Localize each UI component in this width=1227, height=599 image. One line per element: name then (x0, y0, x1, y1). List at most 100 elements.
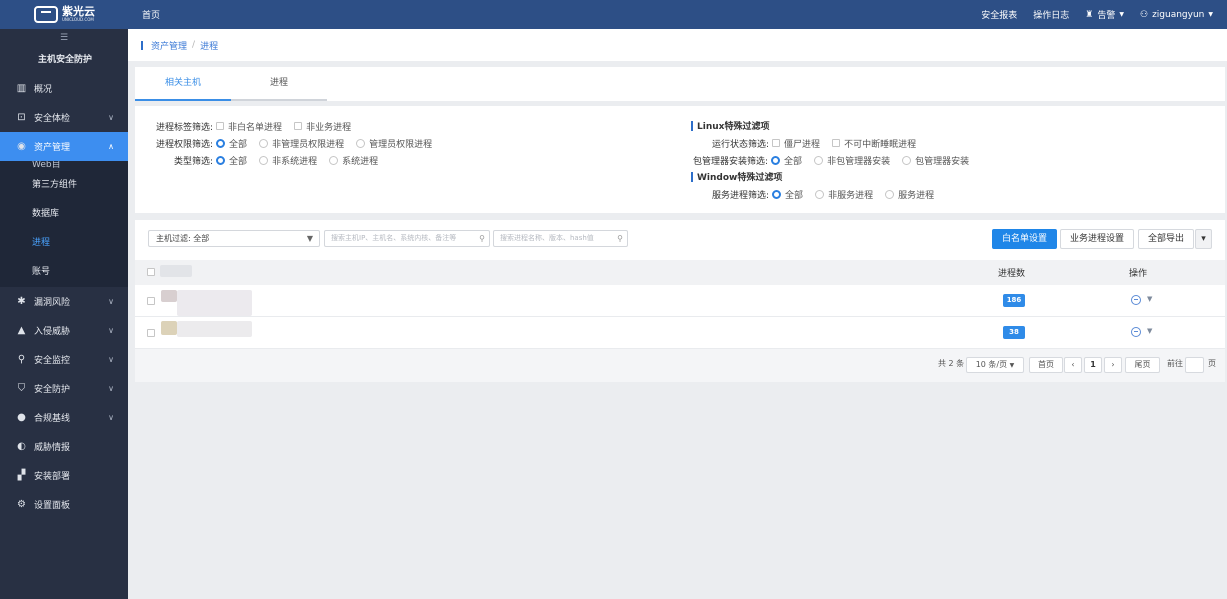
non-whitelist-checkbox[interactable]: 非白名单进程 (216, 120, 282, 133)
pkg-all-radio[interactable]: 全部 (771, 154, 802, 167)
process-count-badge[interactable]: 186 (1003, 294, 1025, 307)
option-label: 非管理员权限进程 (272, 139, 345, 150)
chevron-down-icon: ∨ (108, 113, 114, 122)
sidebar-subitem-database[interactable]: 数据库 (0, 200, 128, 229)
caret-down-icon[interactable]: ▼ (1147, 327, 1152, 335)
page-number-button[interactable]: 1 (1084, 357, 1102, 373)
radio-dot (356, 138, 366, 148)
last-page-button[interactable]: 尾页 (1125, 357, 1160, 373)
sidebar-subitem-account[interactable]: 账号 (0, 258, 128, 287)
filter-label: 服务进程筛选: (712, 190, 770, 201)
more-actions-icon[interactable] (1131, 327, 1141, 337)
zombie-checkbox[interactable]: 僵尸进程 (772, 137, 820, 150)
column-process-count: 进程数 (998, 269, 1026, 279)
sidebar-item-overview[interactable]: ▥ 概况 (0, 74, 128, 103)
sidebar-item-vulnerability[interactable]: ✱ 漏洞风险 ∨ (0, 287, 128, 316)
brand-logo[interactable]: 紫光云 UNICLOUD.COM (0, 0, 128, 29)
type-non-system-radio[interactable]: 非系统进程 (259, 154, 317, 167)
row-checkbox[interactable] (147, 297, 155, 305)
username: ziguangyun (1152, 9, 1205, 20)
option-label: 管理员权限进程 (369, 139, 433, 150)
sidebar-item-compliance[interactable]: ● 合规基线 ∨ (0, 403, 128, 432)
sidebar-item-label: 资产管理 (34, 143, 71, 153)
option-label: 非包管理器安装 (827, 156, 891, 167)
process-count-badge[interactable]: 38 (1003, 326, 1025, 339)
type-system-radio[interactable]: 系统进程 (329, 154, 378, 167)
sidebar-item-monitoring[interactable]: ⚲ 安全监控 ∨ (0, 345, 128, 374)
export-dropdown-icon[interactable]: ▾ (1195, 229, 1212, 249)
blurred-host-info (177, 321, 252, 337)
process-search-placeholder: 搜索进程名称、版本、hash值 (500, 234, 594, 242)
sidebar-subitem-web[interactable]: Web目 (0, 161, 128, 171)
select-all-checkbox[interactable] (147, 268, 155, 276)
alarm-menu[interactable]: ♜ 告警 ▼ (1085, 8, 1124, 22)
type-all-radio[interactable]: 全部 (216, 154, 247, 167)
pkg-yes-radio[interactable]: 包管理器安装 (902, 154, 969, 167)
breadcrumb: 资产管理 / 进程 (128, 29, 1227, 61)
next-page-button[interactable]: › (1104, 357, 1122, 373)
business-process-settings-button[interactable]: 业务进程设置 (1060, 229, 1134, 249)
goto-page-input[interactable] (1185, 357, 1204, 373)
tab-related-hosts[interactable]: 相关主机 (135, 67, 231, 101)
tab-process[interactable]: 进程 (231, 67, 327, 101)
process-search-input[interactable]: 搜索进程名称、版本、hash值 ⚲ (493, 230, 628, 247)
export-all-button[interactable]: 全部导出 (1138, 229, 1194, 249)
sidebar-subitem-process[interactable]: 进程 (0, 229, 128, 258)
option-label: 不可中断睡眠进程 (844, 139, 917, 150)
security-report-link[interactable]: 安全报表 (981, 8, 1017, 21)
total-count: 共 2 条 (938, 359, 965, 368)
perm-non-admin-radio[interactable]: 非管理员权限进程 (259, 137, 344, 150)
first-page-button[interactable]: 首页 (1029, 357, 1063, 373)
option-label: 全部 (785, 190, 804, 201)
run-state-filter-row: 运行状态筛选: 僵尸进程 不可中断睡眠进程 (712, 136, 928, 150)
perm-filter-row: 进程权限筛选: 全部 非管理员权限进程 管理员权限进程 (156, 136, 444, 150)
operation-log-link[interactable]: 操作日志 (1033, 8, 1069, 21)
row-checkbox[interactable] (147, 329, 155, 337)
sidebar-item-threat-intel[interactable]: ◐ 威胁情报 (0, 432, 128, 461)
sidebar-item-protection[interactable]: ⛉ 安全防护 ∨ (0, 374, 128, 403)
sidebar-title: 主机安全防护 (38, 55, 93, 65)
sidebar-subitem-third-party[interactable]: 第三方组件 (0, 171, 128, 200)
sidebar-collapse-icon[interactable]: ☰ (0, 29, 128, 47)
nav-home-link[interactable]: 首页 (142, 8, 160, 21)
host-filter-select[interactable]: 主机过滤: 全部 ▼ (148, 230, 320, 247)
breadcrumb-parent[interactable]: 资产管理 (151, 39, 187, 52)
uninterruptible-checkbox[interactable]: 不可中断睡眠进程 (832, 137, 916, 150)
chevron-down-icon: ∨ (108, 384, 114, 393)
perm-all-radio[interactable]: 全部 (216, 137, 247, 150)
sidebar-item-asset-management[interactable]: ◉ 资产管理 ∧ (0, 132, 128, 161)
option-label: 非白名单进程 (228, 122, 283, 133)
table-row[interactable]: 38 ▼ (135, 317, 1225, 349)
whitelist-settings-button[interactable]: 白名单设置 (992, 229, 1057, 249)
more-actions-icon[interactable] (1131, 295, 1141, 305)
non-business-checkbox[interactable]: 非业务进程 (294, 120, 351, 133)
caret-down-icon: ▼ (1208, 11, 1213, 18)
table-row[interactable]: 186 ▼ (135, 285, 1225, 317)
caret-down-icon[interactable]: ▼ (1147, 295, 1152, 303)
service-non-radio[interactable]: 非服务进程 (815, 188, 873, 201)
service-all-radio[interactable]: 全部 (772, 188, 803, 201)
sidebar-item-settings[interactable]: ⚙ 设置面板 (0, 490, 128, 519)
funnel-icon: ▼ (306, 234, 313, 243)
pkg-filter-row: 包管理器安装筛选: 全部 非包管理器安装 包管理器安装 (693, 153, 981, 167)
service-yes-radio[interactable]: 服务进程 (885, 188, 934, 201)
radio-dot (772, 189, 782, 199)
sidebar-item-intrusion[interactable]: ▲ 入侵威胁 ∨ (0, 316, 128, 345)
option-label: 全部 (784, 156, 803, 167)
user-menu[interactable]: ⚇ ziguangyun ▼ (1140, 10, 1213, 20)
radio-dot (885, 189, 895, 199)
perm-admin-radio[interactable]: 管理员权限进程 (356, 137, 432, 150)
radio-dot (259, 155, 269, 165)
sidebar-item-health-check[interactable]: ⊡ 安全体检 ∨ (0, 103, 128, 132)
caret-down-icon: ▼ (1009, 362, 1015, 369)
sidebar-item-install[interactable]: ▞ 安装部署 (0, 461, 128, 490)
service-filter-row: 服务进程筛选: 全部 非服务进程 服务进程 (712, 187, 946, 201)
sidebar: ☰ 主机安全防护 ▥ 概况 ⊡ 安全体检 ∨ ◉ 资产管理 ∧ Web目 第三方… (0, 29, 128, 599)
pkg-non-radio[interactable]: 非包管理器安装 (814, 154, 890, 167)
prev-page-button[interactable]: ‹ (1064, 357, 1082, 373)
host-search-input[interactable]: 搜索主机IP、主机名、系统内核、备注等 ⚲ (324, 230, 490, 247)
filter-label: 运行状态筛选: (712, 139, 770, 150)
page-size-select[interactable]: 10 条/页 ▼ (966, 357, 1024, 373)
sidebar-item-label: 漏洞风险 (34, 298, 71, 308)
option-label: 系统进程 (342, 156, 379, 167)
